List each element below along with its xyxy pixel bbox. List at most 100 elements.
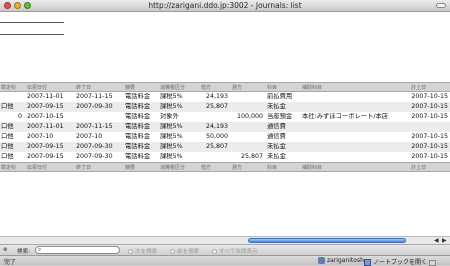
cell — [301, 103, 409, 112]
column-footer: 摘要 — [125, 165, 136, 171]
column-footer: 終了日 — [76, 165, 92, 171]
cell — [301, 153, 409, 162]
cell: 課税5% — [160, 93, 183, 100]
cell: 口他 — [1, 133, 14, 140]
cell: 2007-10-15 — [411, 143, 448, 150]
cell: 課税5% — [160, 133, 183, 140]
table-row[interactable]: 口他 2007-11-01 2007-11-15 電話料金 課税5% 24,19… — [0, 122, 450, 132]
cell: 2007-11-15 — [76, 93, 113, 100]
table-row[interactable]: 口他 2007-09-15 2007-09-30 電話料金 課税5% 25,80… — [0, 102, 450, 112]
cell: 未払金 — [267, 103, 286, 110]
column-footer: 借方 — [201, 165, 212, 171]
column-footer: 科目 — [267, 165, 278, 171]
cell: 2007-09-30 — [76, 103, 113, 110]
cell: 2007-10-15 — [411, 103, 448, 110]
cell: 通信費 — [267, 123, 286, 130]
cell: 口他 — [1, 103, 14, 110]
scrollbar-thumb[interactable] — [248, 238, 406, 243]
cell: 課税5% — [160, 123, 183, 130]
cell: 未払金 — [267, 153, 286, 160]
cell: 0 — [17, 113, 22, 120]
find-next-button[interactable]: 次を検索 — [128, 247, 157, 255]
toolbar-toggle-button[interactable] — [436, 3, 446, 8]
find-input[interactable]: ⌕ — [35, 246, 120, 254]
cell — [301, 133, 409, 142]
page-content: 勘定科 伝票日付 終了日 摘要 消費税区分 借方 貸方 科目 補助科目 計上日 … — [0, 13, 450, 236]
find-bar: ⊗ 検索: ⌕ 次を検索 前を検索 すべて強調表示 — [0, 244, 450, 255]
highlight-all-icon — [212, 249, 217, 254]
cell: 前払費用 — [267, 93, 293, 100]
cell: 当座預金 — [267, 113, 293, 120]
cell: 口他 — [1, 143, 14, 150]
highlight-all-button[interactable]: すべて強調表示 — [212, 247, 258, 255]
status-bar: 完了 zariganitosh ノートブックを開く — [0, 255, 450, 266]
cell — [301, 123, 409, 132]
cell — [231, 143, 265, 152]
column-footer: 消費税区分 — [160, 165, 186, 171]
scroll-left-icon[interactable]: ◀ — [434, 237, 439, 244]
cell: 対象外 — [160, 113, 179, 120]
cell: 本社:みずほコーポレート/本店 — [302, 113, 389, 120]
cell — [231, 103, 265, 112]
cell: 電話料金 — [125, 103, 151, 110]
cell — [231, 123, 265, 132]
cell — [301, 143, 409, 152]
cell: 電話料金 — [125, 133, 151, 140]
cell: 2007-10-15 — [411, 113, 448, 120]
cell: 電話料金 — [125, 123, 151, 130]
table-row[interactable]: 口他 2007-10 2007-10 電話料金 課税5% 50,000 通信費 … — [0, 132, 450, 142]
cell — [301, 93, 409, 102]
cell: 通信費 — [267, 133, 286, 140]
cell: 口他 — [1, 123, 14, 130]
cell: 2007-11-01 — [27, 93, 64, 100]
cell: 電話料金 — [125, 113, 151, 120]
horizontal-scrollbar[interactable]: ◀ ▶ — [0, 236, 450, 244]
user-icon — [318, 257, 325, 264]
cell: 課税5% — [160, 153, 183, 160]
window-title: http://zarigani.ddo.jp:3002 - Journals: … — [148, 1, 302, 10]
cell: 2007-10-15 — [411, 93, 448, 100]
cell: 100,000 — [236, 113, 263, 120]
grid-footer-row: 勘定科 伝票日付 終了日 摘要 消費税区分 借方 貸方 科目 補助科目 計上日 — [0, 162, 450, 172]
table-row[interactable]: 0 2007-10-15 電話料金 対象外 100,000 当座預金 本社:みず… — [0, 112, 450, 122]
cell — [75, 113, 123, 122]
cell: 25,807 — [205, 103, 228, 110]
cell: 2007-11-01 — [27, 123, 64, 130]
table-row[interactable]: 口他 2007-09-15 2007-09-30 電話料金 課税5% 25,80… — [0, 152, 450, 162]
browser-window: http://zarigani.ddo.jp:3002 - Journals: … — [0, 0, 450, 266]
find-label: 検索: — [17, 249, 31, 255]
cell — [200, 153, 230, 162]
form-field-underline — [0, 22, 64, 23]
cell: 2007-09-15 — [27, 103, 64, 110]
column-footer: 計上日 — [411, 165, 427, 171]
find-previous-button[interactable]: 前を検索 — [170, 247, 199, 255]
cell — [0, 93, 24, 102]
user-indicator[interactable]: zariganitosh — [318, 257, 364, 264]
cell: 課税5% — [160, 103, 183, 110]
find-next-icon — [128, 249, 133, 254]
cell: 2007-09-15 — [27, 143, 64, 150]
column-footer: 貸方 — [232, 165, 243, 171]
cell: 24,193 — [205, 93, 228, 100]
cell: 電話料金 — [125, 143, 151, 150]
table-row[interactable]: 口他 2007-09-15 2007-09-30 電話料金 課税5% 25,80… — [0, 142, 450, 152]
form-field-underline — [0, 34, 64, 35]
cell: 口他 — [1, 153, 14, 160]
find-previous-icon — [170, 249, 175, 254]
scroll-right-icon[interactable]: ▶ — [442, 237, 447, 244]
column-footer: 補助科目 — [302, 165, 323, 171]
close-find-icon[interactable]: ⊗ — [3, 247, 8, 253]
cell: 2007-10 — [27, 133, 54, 140]
column-footer: 伝票日付 — [27, 165, 48, 171]
user-name: zariganitosh — [327, 257, 364, 264]
column-footer: 勘定科 — [1, 165, 17, 171]
cell — [231, 133, 265, 142]
cell: 2007-09-15 — [27, 153, 64, 160]
magnifier-icon: ⌕ — [38, 246, 42, 253]
table-row[interactable]: 2007-11-01 2007-11-15 電話料金 課税5% 24,193 前… — [0, 92, 450, 102]
cell: 2007-10-15 — [411, 153, 448, 160]
cell — [231, 93, 265, 102]
cell: 25,807 — [240, 153, 263, 160]
cell: 課税5% — [160, 143, 183, 150]
cell: 未払金 — [267, 143, 286, 150]
